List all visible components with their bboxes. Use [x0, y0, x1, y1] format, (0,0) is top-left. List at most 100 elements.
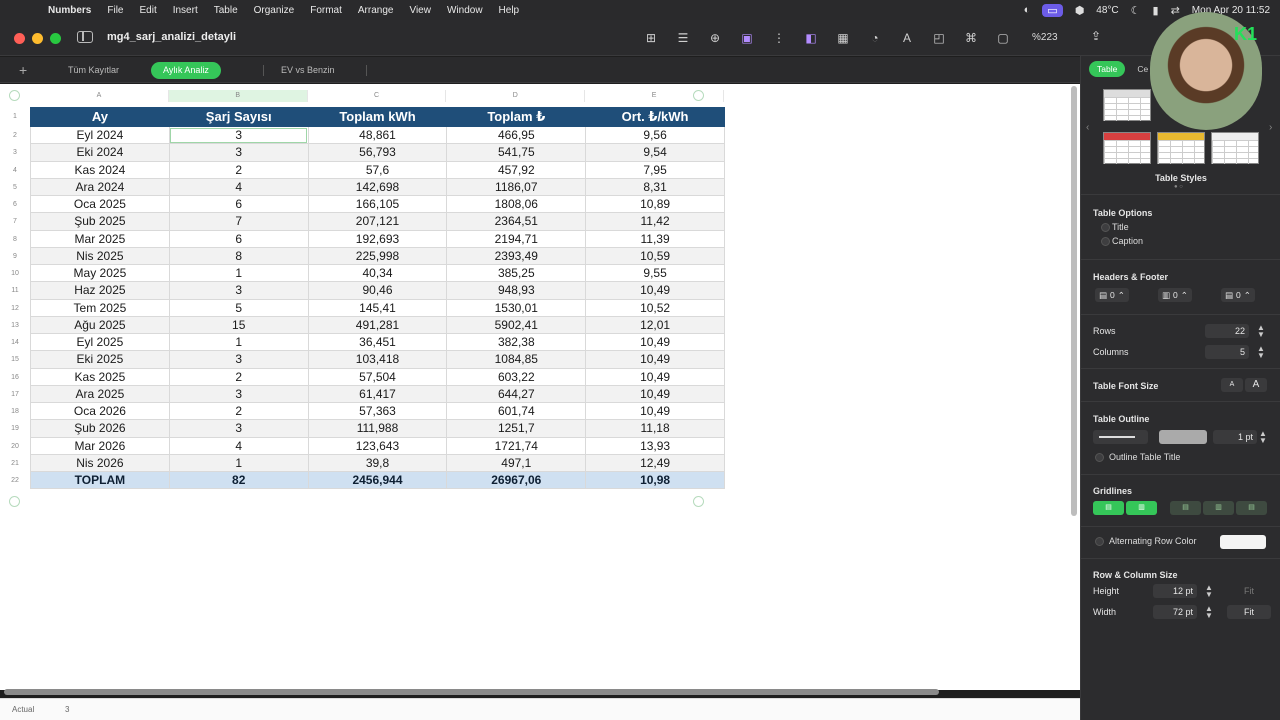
table-cell[interactable]: 11,18 — [585, 419, 725, 438]
table-cell[interactable]: 56,793 — [307, 143, 448, 162]
column-header-b[interactable]: B — [168, 90, 308, 102]
gridlines-header-cols-button[interactable]: ▥ — [1203, 501, 1234, 515]
table-cell[interactable]: Kas 2025 — [30, 367, 170, 386]
resize-table-handle[interactable] — [693, 496, 704, 507]
height-fit-button[interactable]: Fit — [1227, 584, 1271, 598]
table-cell[interactable]: 57,363 — [307, 401, 448, 421]
table-cell[interactable]: 644,27 — [446, 384, 587, 404]
row-header[interactable]: 1 — [0, 107, 30, 127]
row-header[interactable]: 14 — [0, 334, 30, 351]
table-cell[interactable]: 6 — [168, 194, 309, 214]
alternating-row-checkbox[interactable] — [1095, 537, 1104, 546]
tab-table[interactable]: Table — [1089, 61, 1126, 77]
table-cell[interactable]: 6 — [168, 229, 309, 248]
table-cell[interactable]: Oca 2026 — [30, 401, 170, 421]
table-cell[interactable]: 10,49 — [585, 401, 725, 421]
table-cell[interactable]: 10,49 — [585, 384, 725, 404]
chevron-left-icon[interactable]: ‹ — [1086, 122, 1089, 133]
menu-app-name[interactable]: Numbers — [40, 5, 99, 16]
total-cell[interactable]: 26967,06 — [446, 470, 587, 490]
table-cell[interactable]: 123,643 — [307, 436, 448, 455]
table-cell[interactable]: 207,121 — [307, 212, 448, 231]
table-cell[interactable]: 8 — [168, 246, 309, 266]
table-cell[interactable]: 4 — [168, 177, 309, 197]
table-cell[interactable]: Nis 2026 — [30, 453, 170, 473]
menu-insert[interactable]: Insert — [165, 5, 206, 16]
table-cell[interactable]: Kas 2024 — [30, 160, 170, 179]
menu-organize[interactable]: Organize — [246, 5, 303, 16]
minimize-window-button[interactable] — [32, 33, 43, 44]
table-cell[interactable]: 57,6 — [307, 160, 448, 179]
sidebar-toggle-icon[interactable] — [77, 31, 93, 43]
media-icon[interactable]: ▣ — [736, 29, 758, 47]
text-icon[interactable]: A — [896, 29, 918, 47]
table-cell[interactable]: 15 — [168, 315, 309, 335]
table-cell[interactable]: 3 — [168, 384, 309, 404]
row-header[interactable]: 8 — [0, 231, 30, 248]
close-window-button[interactable] — [14, 33, 25, 44]
menu-view[interactable]: View — [401, 5, 439, 16]
table-cell[interactable]: 61,417 — [307, 384, 448, 404]
paperclip-icon[interactable]: ⌘ — [960, 29, 982, 47]
table-cell[interactable]: 10,52 — [585, 298, 725, 317]
table-cell[interactable]: Tem 2025 — [30, 298, 170, 317]
columns-field[interactable]: 5 — [1205, 345, 1249, 359]
table-cell[interactable]: 1 — [168, 332, 309, 352]
menu-help[interactable]: Help — [491, 5, 528, 16]
horizontal-scrollbar[interactable] — [4, 689, 939, 695]
gridlines-horizontal-button[interactable]: ▤ — [1093, 501, 1124, 515]
table-cell[interactable]: Oca 2025 — [30, 194, 170, 214]
table-cell[interactable]: 603,22 — [446, 367, 587, 386]
row-header[interactable]: 11 — [0, 282, 30, 299]
row-header[interactable]: 6 — [0, 196, 30, 213]
switch-icon[interactable]: ⇄ — [1171, 4, 1180, 17]
list-icon[interactable]: ☰ — [672, 29, 694, 47]
table-cell[interactable]: Mar 2026 — [30, 436, 170, 455]
menu-window[interactable]: Window — [439, 5, 491, 16]
cpu-temperature[interactable]: 48°C — [1096, 5, 1118, 16]
table-cell[interactable]: 466,95 — [446, 125, 587, 145]
table-cell[interactable]: 10,49 — [585, 350, 725, 369]
insert-table-row-icon[interactable]: ⊕ — [704, 29, 726, 47]
title-checkbox[interactable] — [1101, 223, 1110, 232]
table-cell[interactable]: 142,698 — [307, 177, 448, 197]
zoom-select[interactable]: %223 — [1026, 29, 1064, 47]
row-header[interactable]: 20 — [0, 438, 30, 455]
add-sheet-icon[interactable]: + — [19, 62, 27, 78]
table-cell[interactable]: 3 — [168, 350, 309, 369]
table-cell[interactable]: 3 — [168, 281, 309, 300]
table-cell[interactable]: 225,998 — [307, 246, 448, 266]
row-header[interactable]: 9 — [0, 248, 30, 265]
table-cell[interactable]: 382,38 — [446, 332, 587, 352]
header-ort-tl-kwh[interactable]: Ort. ₺/kWh — [585, 107, 725, 127]
table-style-thumb[interactable] — [1103, 89, 1151, 121]
header-ay[interactable]: Ay — [30, 107, 170, 127]
table-cell[interactable]: 10,89 — [585, 194, 725, 214]
row-header[interactable]: 5 — [0, 179, 30, 196]
table-cell[interactable]: 40,34 — [307, 263, 448, 283]
table-cell[interactable]: 39,8 — [307, 453, 448, 473]
table-cell[interactable]: Eki 2025 — [30, 350, 170, 369]
table-cell[interactable]: 48,861 — [307, 125, 448, 145]
table-cell[interactable]: May 2025 — [30, 263, 170, 283]
alternating-row-color-well[interactable] — [1220, 535, 1266, 549]
control-center-icon[interactable]: ◐ — [1024, 4, 1031, 16]
tab-ev-vs-benzin[interactable]: EV vs Benzin — [269, 62, 347, 79]
pivot-icon[interactable]: ⋮ — [768, 29, 790, 47]
row-header[interactable]: 12 — [0, 300, 30, 317]
table-cell[interactable]: 497,1 — [446, 453, 587, 473]
table-cell[interactable]: Eyl 2024 — [30, 125, 170, 145]
table-cell[interactable]: 541,75 — [446, 143, 587, 162]
row-header[interactable]: 18 — [0, 403, 30, 420]
outline-color-well[interactable] — [1159, 430, 1207, 444]
tab-tum-kayitlar[interactable]: Tüm Kayıtlar — [56, 62, 131, 79]
table-cell[interactable]: Eyl 2025 — [30, 332, 170, 352]
table-cell[interactable]: 7 — [168, 212, 309, 231]
table-cell[interactable]: 10,49 — [585, 367, 725, 386]
table-cell[interactable]: 3 — [168, 125, 309, 145]
table-cell[interactable]: 7,95 — [585, 160, 725, 179]
total-cell[interactable]: 82 — [168, 470, 309, 490]
table-cell[interactable]: Haz 2025 — [30, 281, 170, 300]
table-cell[interactable]: 2 — [168, 401, 309, 421]
table-cell[interactable]: 10,49 — [585, 332, 725, 352]
